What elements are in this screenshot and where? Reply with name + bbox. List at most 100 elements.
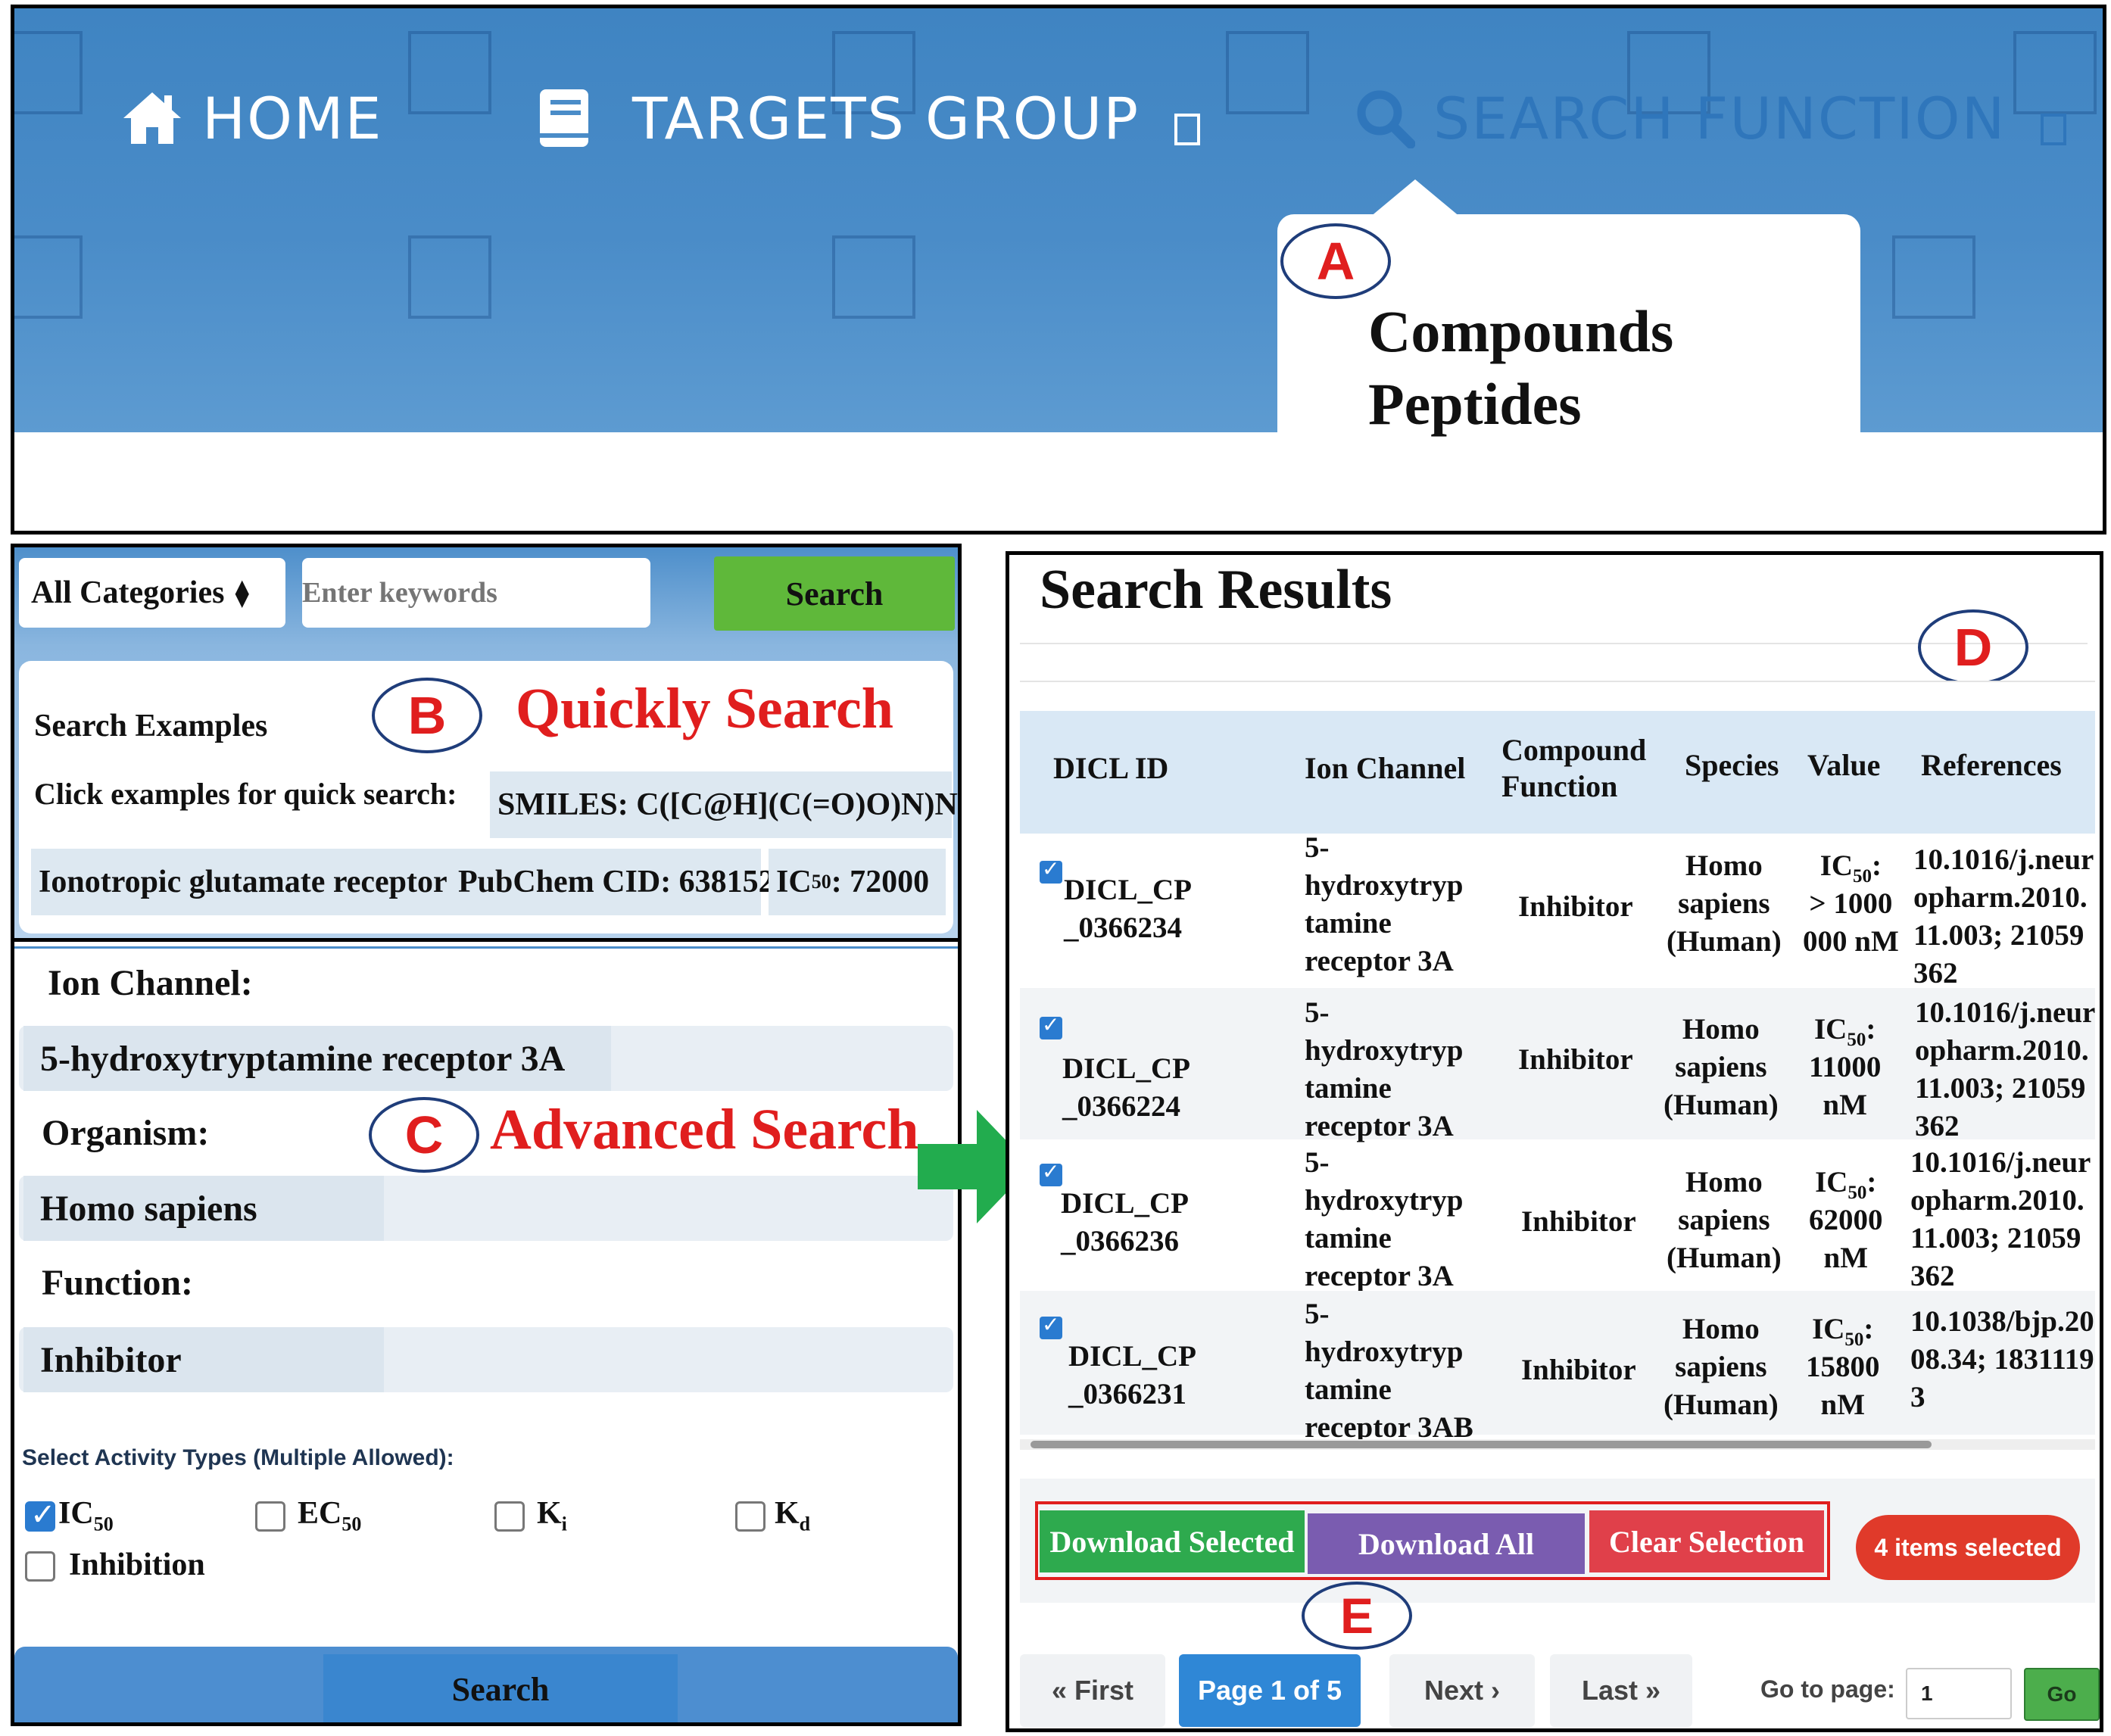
bg-tile [1892,235,1975,319]
checkbox-ki-label: Ki [537,1496,567,1535]
examples-prompt: Click examples for quick search: [34,777,457,811]
cell-species: Homo sapiens (Human) [1667,1166,1782,1274]
cell-dicl-id[interactable]: DICL_CP _0366231 [1068,1338,1196,1413]
column-header[interactable]: DICL ID [1053,750,1168,787]
nav-home[interactable]: HOME [120,76,383,160]
results-title: Search Results [1040,559,1392,621]
advanced-search-button[interactable]: Search [323,1654,678,1722]
current-page-button[interactable]: Page 1 of 5 [1179,1654,1361,1727]
row-checkbox[interactable] [1040,1012,1062,1039]
example-chip-pubchem[interactable]: PubChem CID: 638152 [451,849,775,915]
ion-channel-label: Ion Channel: [48,963,253,1003]
home-icon [123,92,181,144]
quick-search-button[interactable]: Search [714,556,955,631]
checkbox-inhibition-label: Inhibition [69,1547,205,1582]
cell-reference[interactable]: 10.1016/j.neur opharm.2010. 11.003; 2105… [1915,994,2095,1145]
example-chip-ic50[interactable]: IC 50: 72000 [769,849,946,915]
section-divider-accent [14,946,958,949]
bg-tile [408,31,491,114]
nav-targets-group[interactable]: TARGETS GROUP [537,76,1201,160]
table-row[interactable]: DICL_CP _0366236 5- hydroxytryp tamine r… [1020,1139,2095,1292]
function-label: Function: [42,1263,194,1303]
search-panel: All Categories ▲▼ Search Search Examples… [11,544,962,1726]
ion-channel-value: 5-hydroxytryptamine receptor 3A [23,1026,611,1091]
category-select-value: All Categories [31,575,225,610]
nav-search-function-label: SEARCH FUNCTION [1433,84,2007,152]
nav-home-label: HOME [202,84,383,152]
ion-channel-field[interactable]: 5-hydroxytryptamine receptor 3A [19,1026,953,1091]
search-results-panel: Search Results D DICL ID Ion Channel Com… [1006,551,2103,1732]
dropdown-box-icon [2041,114,2067,145]
scrollbar-thumb[interactable] [1031,1441,1932,1448]
cell-value: IC50: > 1000 000 nM [1803,849,1899,958]
cell-reference[interactable]: 10.1038/bjp.20 08.34; 1831119 3 [1910,1303,2094,1417]
checkbox-ic50-label: IC50 [58,1496,114,1535]
book-icon [540,89,588,147]
checkbox-ec50[interactable] [255,1501,285,1532]
last-page-button[interactable]: Last » [1550,1654,1692,1727]
dropdown-pointer [1370,179,1461,217]
column-header[interactable]: References [1921,747,2062,784]
panel-label-d: D [1918,609,2028,685]
column-header[interactable]: Value [1807,747,1880,784]
selected-count-badge: 4 items selected [1856,1515,2080,1580]
example-chip-receptor[interactable]: Ionotropic glutamate receptor [31,849,452,915]
cell-value: IC50: 15800 nM [1806,1313,1880,1421]
cell-dicl-id[interactable]: DICL_CP _0366234 [1064,871,1192,947]
quick-search-title: Quickly Search [516,677,893,740]
nav-targets-group-label: TARGETS GROUP [632,84,1140,152]
first-page-label: First [1074,1675,1134,1706]
cell-ion-channel: 5- hydroxytryp tamine receptor 3A [1305,831,1464,977]
checkbox-ec50-label: EC50 [298,1496,362,1535]
organism-field[interactable]: Homo sapiens [19,1176,953,1241]
cell-reference[interactable]: 10.1016/j.neur opharm.2010. 11.003; 2105… [1910,1144,2091,1295]
ic50-value: : 72000 [831,865,930,899]
cell-ion-channel: 5- hydroxytryp tamine receptor 3A [1305,1146,1464,1292]
table-row[interactable]: DICL_CP _0366234 5- hydroxytryp tamine r… [1020,831,2095,990]
clear-selection-button[interactable]: Clear Selection [1589,1510,1824,1572]
top-navigation-panel: HOME TARGETS GROUP SEARCH FUNCTION Compo… [11,5,2106,535]
bg-tile [14,31,83,114]
table-header: DICL ID Ion Channel Compound Function Sp… [1020,711,2095,834]
checkbox-ki[interactable] [494,1501,525,1532]
cell-reference[interactable]: 10.1016/j.neur opharm.2010. 11.003; 2105… [1913,841,2094,993]
cell-ion-channel: 5- hydroxytryp tamine receptor 3AB [1305,1298,1473,1444]
row-checkbox[interactable] [1040,856,1062,884]
next-page-button[interactable]: Next › [1389,1654,1535,1727]
function-field[interactable]: Inhibitor [19,1327,953,1392]
checkbox-ic50[interactable] [25,1498,56,1532]
panel-label-b: B [372,678,482,753]
bg-tile [832,235,915,319]
dropdown-item-peptides[interactable]: Peptides [1368,370,1582,438]
search-icon [1357,90,1415,148]
last-page-label: Last [1581,1675,1638,1706]
category-select[interactable]: All Categories ▲ ▼ [19,558,285,628]
table-row[interactable]: DICL_CP _0366224 5- hydroxytryp tamine r… [1020,988,2095,1142]
function-value: Inhibitor [23,1327,384,1392]
keyword-input[interactable] [302,558,650,628]
first-page-button[interactable]: « First [1020,1654,1165,1727]
column-header[interactable]: Species [1685,747,1779,784]
cell-dicl-id[interactable]: DICL_CP _0366236 [1061,1185,1189,1261]
row-checkbox[interactable] [1040,1312,1062,1339]
panel-label-e: E [1302,1582,1412,1650]
row-checkbox[interactable] [1040,1159,1062,1186]
chevron-right-icon: › [1491,1675,1501,1706]
download-all-button[interactable]: Download All [1308,1513,1585,1574]
bg-tile [1226,31,1309,114]
column-header[interactable]: Ion Channel [1305,750,1465,787]
dropdown-item-compounds[interactable]: Compounds [1368,298,1673,366]
go-button[interactable]: Go [2024,1668,2100,1721]
cell-ion-channel: 5- hydroxytryp tamine receptor 3A [1305,996,1464,1142]
checkbox-kd[interactable] [735,1501,766,1532]
double-chevron-right-icon: » [1645,1675,1661,1706]
cell-dicl-id[interactable]: DICL_CP _0366224 [1062,1050,1190,1126]
goto-page-input[interactable] [1906,1668,2012,1719]
column-header[interactable]: Compound Function [1501,732,1646,805]
checkbox-inhibition[interactable] [25,1551,55,1582]
bg-tile [408,235,491,319]
table-row[interactable]: DICL_CP _0366231 5- hydroxytryp tamine r… [1020,1291,2095,1444]
example-chip-smiles[interactable]: SMILES: C([C@H](C(=O)O)N)N [490,771,958,838]
download-selected-button[interactable]: Download Selected [1040,1510,1305,1572]
nav-search-function[interactable]: SEARCH FUNCTION [1355,76,2067,160]
